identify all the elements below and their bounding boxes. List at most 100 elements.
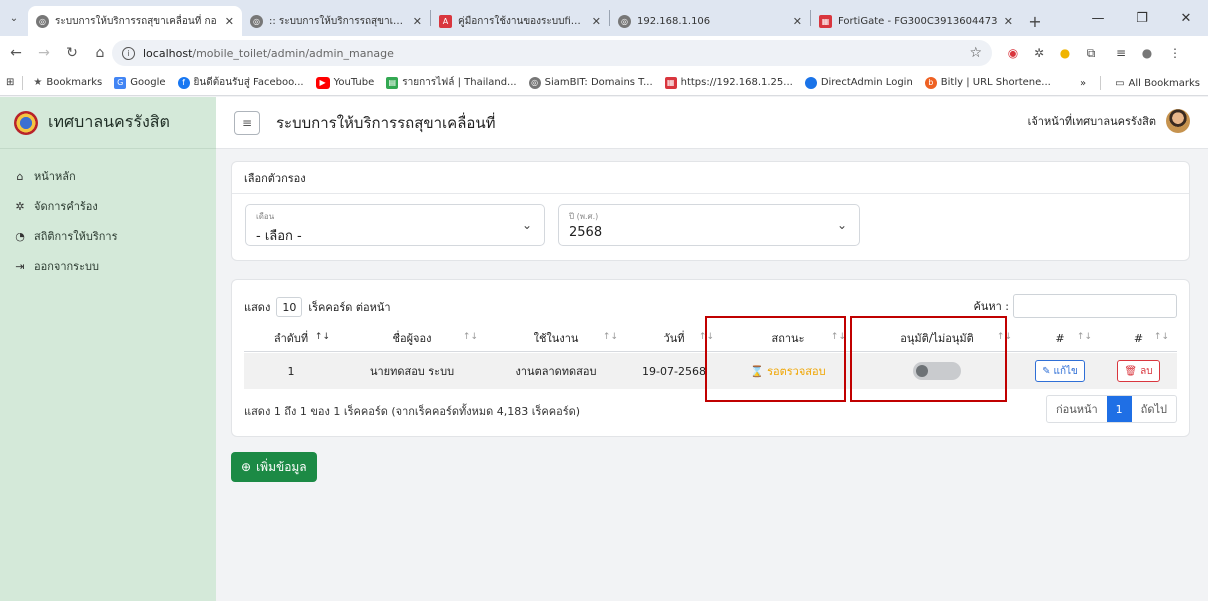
chevron-down-icon: ⌄ [836, 218, 847, 232]
bookmark-item[interactable]: ◎ SiamBIT: Domains T... [528, 76, 653, 89]
prev-page-button[interactable]: ก่อนหน้า [1047, 396, 1107, 422]
bookmark-item[interactable]: DirectAdmin Login [804, 76, 913, 89]
tab-title: FortiGate - FG300C3913604473 [838, 15, 998, 27]
month-select-value: - เลือก - [256, 229, 302, 244]
close-tab-icon[interactable]: ✕ [592, 15, 601, 28]
extension-icon[interactable]: ✲ [1028, 42, 1050, 64]
edit-button[interactable]: ✎ แก้ไข [1035, 360, 1085, 382]
more-bookmarks-button[interactable]: » [1080, 78, 1086, 89]
sidebar-item-statistics[interactable]: ◔ สถิติการให้บริการ [0, 221, 216, 251]
cell-delete: 🗑 ลบ [1100, 353, 1177, 389]
page-title: ระบบการให้บริการรถสุขาเคลื่อนที่ [276, 113, 496, 132]
close-tab-icon[interactable]: ✕ [793, 15, 802, 28]
add-data-button[interactable]: ⊕ เพิ่มข้อมูล [231, 452, 317, 482]
column-header-delete[interactable]: # ↑↓ [1100, 324, 1177, 352]
minimize-icon[interactable]: — [1076, 0, 1120, 36]
page-length-select[interactable]: 10 [276, 297, 303, 317]
user-name: เจ้าหน้าที่เทศบาลนครรังสิต [1027, 115, 1156, 128]
sidebar-item-label: ออกจากระบบ [34, 260, 99, 273]
bookmark-item[interactable]: G Google [114, 76, 166, 89]
status-column-highlight [705, 316, 846, 402]
column-header-name[interactable]: ชื่อผู้จอง ↑↓ [338, 324, 486, 352]
lightbulb-extension-icon[interactable]: ● [1054, 42, 1076, 64]
year-select[interactable]: ปี (พ.ศ.) 2568 ⌄ [558, 204, 860, 246]
record-extension-icon[interactable]: ◉ [1002, 42, 1024, 64]
column-header-event[interactable]: ใช้ในงาน ↑↓ [486, 324, 626, 352]
brand[interactable]: เทศบาลนครรังสิต [0, 97, 216, 149]
bookmark-item[interactable]: ▶ YouTube [315, 76, 374, 89]
reading-list-icon[interactable]: ≡ [1110, 42, 1132, 64]
browser-tab[interactable]: ◎ :: ระบบการให้บริการรถสุขาเคลื่อนที่ ::… [242, 6, 430, 36]
tab-title: ระบบการให้บริการรถสุขาเคลื่อนที่ กอ [55, 15, 217, 27]
next-page-button[interactable]: ถัดไป [1132, 396, 1176, 422]
new-tab-button[interactable]: + [1021, 6, 1049, 36]
bookmark-item[interactable]: b Bitly | URL Shortene... [924, 76, 1051, 89]
home-icon: ⌂ [16, 169, 24, 183]
sort-icon: ↑↓ [1076, 332, 1092, 342]
browser-tab[interactable]: ▦ FortiGate - FG300C3913604473 ✕ [811, 6, 1021, 36]
close-tab-icon[interactable]: ✕ [1004, 15, 1013, 28]
bookmarks-divider [22, 75, 24, 90]
page-button-current[interactable]: 1 [1106, 396, 1132, 422]
bookmarks-right: » ▭ All Bookmarks [1080, 70, 1200, 96]
tab-title: 192.168.1.106 [637, 15, 711, 27]
sidebar-item-requests[interactable]: ✲ จัดการคำร้อง [0, 191, 216, 221]
pdf-icon: A [439, 14, 452, 28]
fortigate-icon: ▦ [664, 76, 677, 89]
tab-search-icon[interactable]: ⌄ [0, 0, 28, 36]
close-tab-icon[interactable]: ✕ [225, 15, 234, 28]
bookmark-star-icon[interactable]: ☆ [969, 45, 982, 61]
address-toolbar: ← → ↻ ⌂ i localhost/mobile_toilet/admin/… [0, 36, 1208, 70]
sort-asc-icon: ↑↓ [314, 332, 330, 342]
directadmin-icon [804, 76, 817, 89]
close-window-icon[interactable]: ✕ [1164, 0, 1208, 36]
bookmarks-bar: ⊞ ★ Bookmarks G Google f ยินดีต้อนรับสู่ Fa… [0, 70, 1208, 96]
browser-tab[interactable]: A คู่มือการใช้งานของระบบfinal-1.pdf ✕ [431, 6, 609, 36]
home-icon[interactable]: ⌂ [88, 41, 112, 65]
back-arrow-icon[interactable]: ← [4, 41, 28, 65]
column-header-no[interactable]: ลำดับที่ ↑↓ [244, 324, 338, 352]
bookmark-item[interactable]: ▤ รายการไฟล์ | Thailand... [386, 75, 517, 90]
forward-arrow-icon[interactable]: → [32, 41, 56, 65]
globe-icon: ◎ [250, 14, 263, 28]
sidebar-item-logout[interactable]: ⇥ ออกจากระบบ [0, 251, 216, 281]
delete-button[interactable]: 🗑 ลบ [1117, 360, 1160, 382]
column-header-edit[interactable]: # ↑↓ [1020, 324, 1100, 352]
restore-icon[interactable]: ❐ [1120, 0, 1164, 36]
pagination: ก่อนหน้า 1 ถัดไป [1045, 395, 1177, 423]
site-info-icon[interactable]: i [122, 46, 135, 60]
menu-toggle-button[interactable]: ≡ [234, 110, 260, 135]
plus-circle-icon: ⊕ [241, 460, 252, 474]
sidebar-item-label: จัดการคำร้อง [34, 200, 98, 213]
bitly-icon: b [924, 76, 937, 89]
browser-menu-icon[interactable]: ⋮ [1164, 42, 1186, 64]
month-select[interactable]: เดือน - เลือก - ⌄ [245, 204, 545, 246]
apps-grid-icon[interactable]: ⊞ [6, 77, 14, 88]
gear-icon: ✲ [15, 199, 25, 213]
sort-icon: ↑↓ [462, 332, 478, 342]
table-info: แสดง 1 ถึง 1 ของ 1 เร็คคอร์ด (จากเร็คคอร… [244, 405, 581, 418]
reload-icon[interactable]: ↻ [60, 41, 84, 65]
window-controls: — ❐ ✕ [1076, 0, 1208, 36]
bookmark-item[interactable]: f ยินดีต้อนรับสู่ Faceboo... [177, 75, 304, 90]
facebook-icon: f [177, 76, 190, 89]
globe-icon: ◎ [618, 14, 631, 28]
browser-tab[interactable]: ◎ ระบบการให้บริการรถสุขาเคลื่อนที่ กอ ✕ [28, 6, 242, 36]
avatar [1166, 109, 1190, 133]
bookmark-item[interactable]: ▦ https://192.168.1.25... [664, 76, 793, 89]
logout-icon: ⇥ [15, 259, 25, 273]
all-bookmarks-button[interactable]: ▭ All Bookmarks [1115, 78, 1200, 89]
bookmark-item[interactable]: ★ Bookmarks [33, 77, 102, 88]
profile-icon[interactable]: ● [1136, 42, 1158, 64]
user-menu[interactable]: เจ้าหน้าที่เทศบาลนครรังสิต [1028, 109, 1190, 133]
address-bar[interactable]: i localhost/mobile_toilet/admin/admin_ma… [112, 40, 992, 66]
chart-icon: ◔ [15, 229, 25, 243]
search-input[interactable] [1013, 294, 1177, 318]
browser-tab[interactable]: ◎ 192.168.1.106 ✕ [610, 6, 810, 36]
sidebar-item-home[interactable]: ⌂ หน้าหลัก [0, 161, 216, 191]
close-tab-icon[interactable]: ✕ [413, 15, 422, 28]
fortigate-icon: ▦ [819, 14, 832, 28]
extensions-puzzle-icon[interactable]: ⧉ [1080, 42, 1102, 64]
globe-icon: ◎ [36, 14, 49, 28]
sidebar: เทศบาลนครรังสิต ⌂ หน้าหลัก ✲ จัดการคำร้อ… [0, 97, 216, 601]
